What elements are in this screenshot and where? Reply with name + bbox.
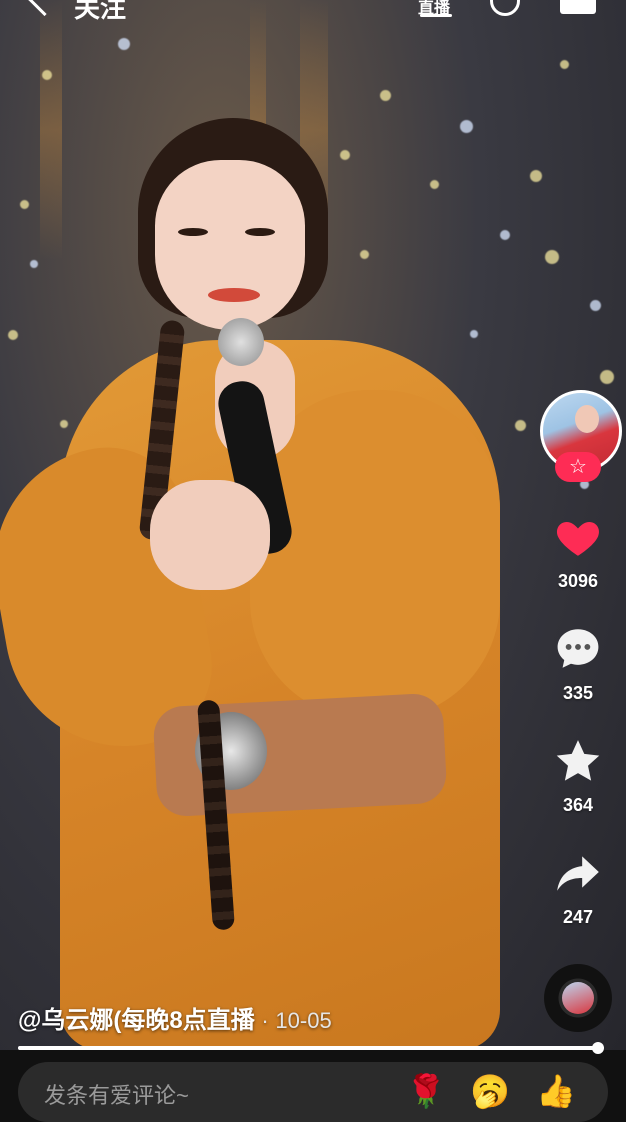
menu-icon[interactable] [560,0,596,14]
live-button[interactable]: 直播 [418,0,454,20]
yawn-emoji-button[interactable]: 🥱 [470,1072,510,1110]
comment-icon [557,629,599,668]
star-icon [556,740,600,781]
author-name[interactable]: @乌云娜(每晚8点直播 [18,1007,255,1034]
search-icon[interactable] [490,0,520,16]
share-icon [557,856,599,891]
post-date: 10-05 [275,1008,332,1033]
progress-fill [18,1046,599,1050]
video-caption: @乌云娜(每晚8点直播 · 10-05 [18,1000,332,1035]
comment-input[interactable]: 发条有爱评论~ [44,1078,189,1110]
share-count: 247 [562,907,594,927]
chevron-left-icon[interactable] [26,0,63,17]
video-progress-bar[interactable] [18,1042,605,1054]
favorite-count: 364 [562,795,594,815]
rose-emoji-button[interactable]: 🌹 [406,1072,446,1110]
like-button[interactable]: 3096 [538,512,618,592]
share-button[interactable]: 247 [538,848,618,928]
page-title[interactable]: 关注 [74,0,126,25]
video-player[interactable] [0,0,626,1050]
microphone [218,318,264,366]
performer-face [155,160,305,330]
star-icon: ☆ [569,456,587,478]
comment-button[interactable]: 335 [538,624,618,704]
follow-button[interactable]: ☆ [555,452,601,482]
like-count: 3096 [557,571,599,591]
favorite-button[interactable]: 364 [538,736,618,816]
top-bar: 关注 直播 [0,0,626,30]
stage-light [40,0,62,260]
progress-knob[interactable] [592,1042,605,1054]
comment-bar[interactable]: 发条有爱评论~ 🌹 🥱 👍 [18,1062,608,1122]
music-cover [562,982,594,1014]
heart-icon [556,522,600,556]
caption-separator: · [261,1008,269,1033]
comment-count: 335 [562,683,594,703]
thumbs-up-emoji-button[interactable]: 👍 [536,1072,576,1110]
music-disc[interactable] [544,964,612,1032]
